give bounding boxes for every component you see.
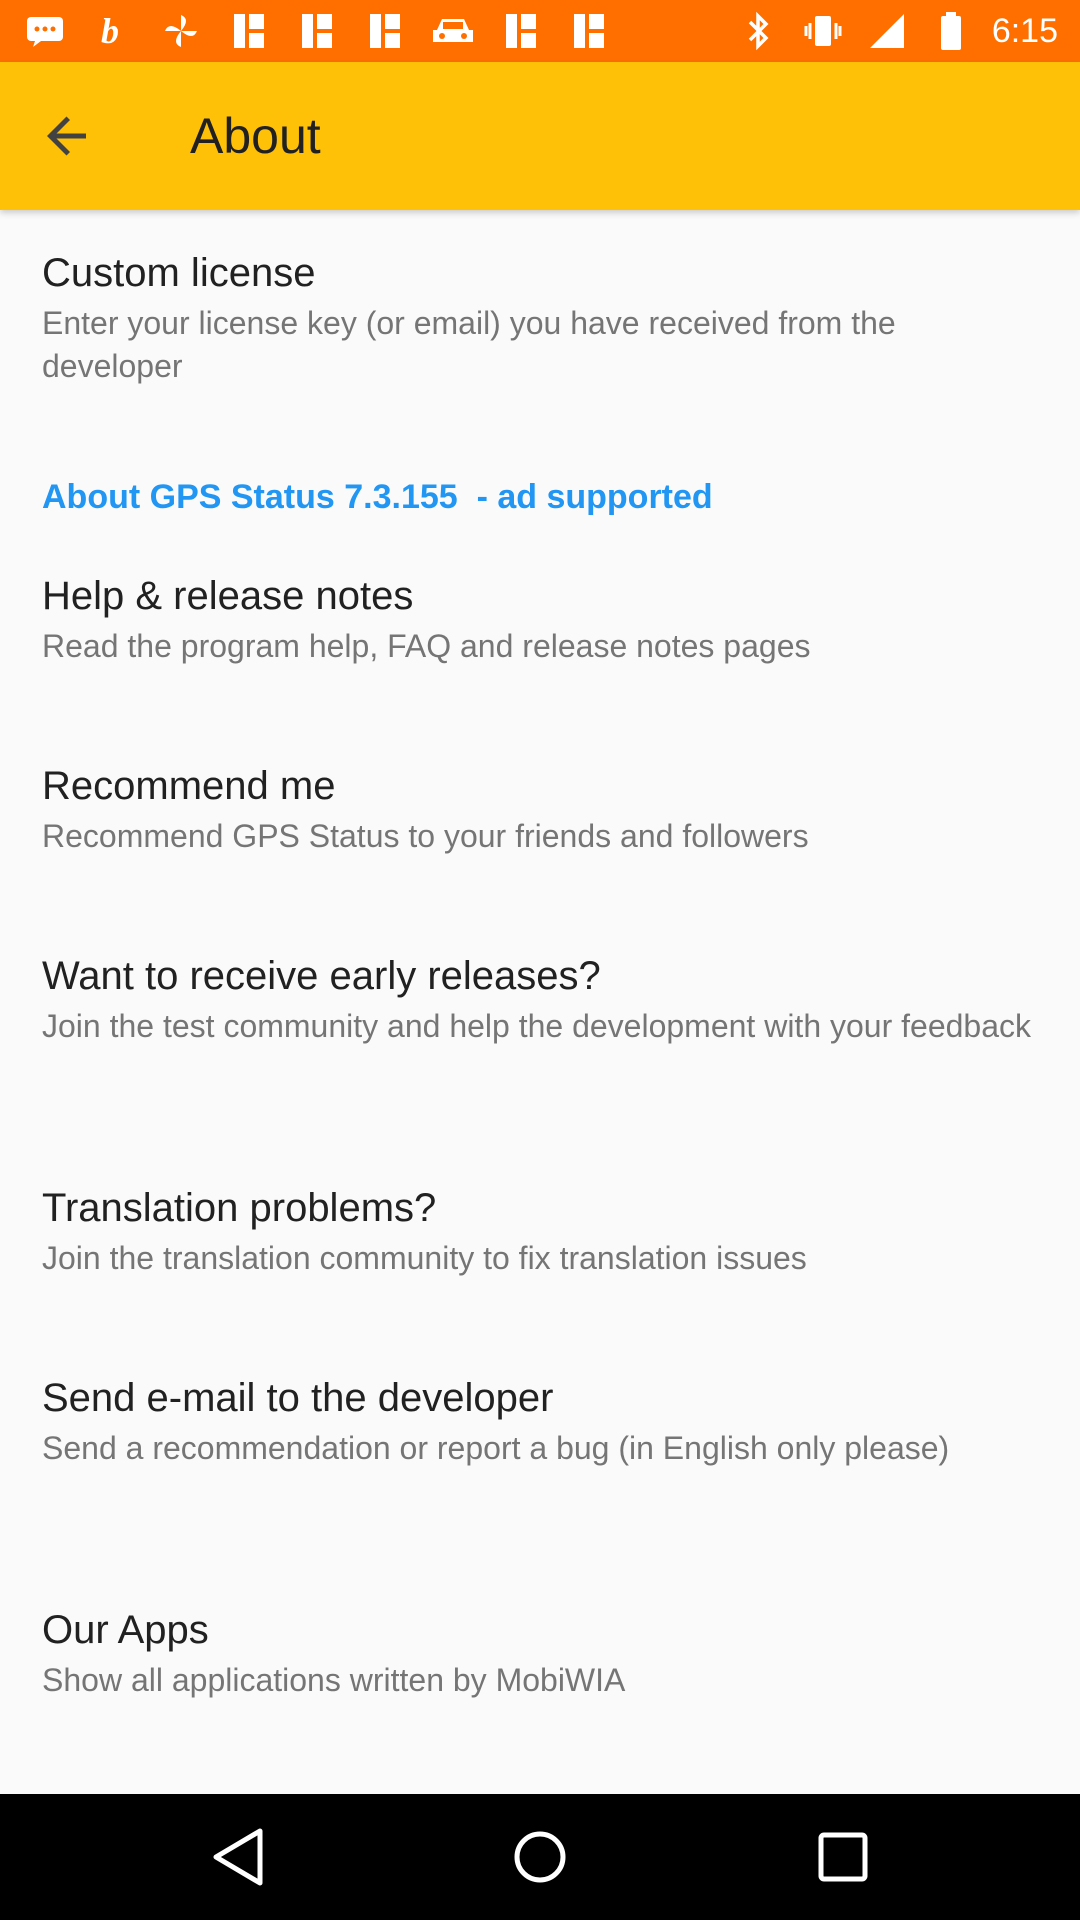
pref-summary: Read the program help, FAQ and release n…	[42, 628, 811, 664]
vibrate-icon	[800, 8, 846, 54]
nav-recents-icon	[818, 1832, 868, 1882]
section-header-about: About GPS Status 7.3.155 - ad supported	[42, 478, 713, 516]
pref-title: Want to receive early releases?	[42, 954, 601, 998]
pref-title: Translation problems?	[42, 1186, 437, 1230]
fb-icon	[498, 8, 544, 54]
pref-summary: Recommend GPS Status to your friends and…	[42, 818, 809, 854]
nav-recents-button[interactable]	[804, 1818, 882, 1896]
arrow-back-icon	[47, 116, 86, 156]
nav-back-button[interactable]	[198, 1818, 276, 1896]
fb-icon	[566, 8, 612, 54]
pref-title: Send e-mail to the developer	[42, 1376, 554, 1420]
app-bar: About	[0, 62, 1080, 210]
svg-text:b: b	[101, 11, 119, 51]
pref-summary: Join the translation community to fix tr…	[42, 1240, 807, 1276]
pref-recommend-me[interactable]: Recommend me Recommend GPS Status to you…	[42, 761, 1042, 858]
b-app-icon: b	[90, 8, 136, 54]
nav-home-button[interactable]	[501, 1818, 579, 1896]
page-title: About	[190, 108, 321, 164]
pref-title: Help & release notes	[42, 574, 414, 618]
clock: 6:15	[991, 11, 1058, 50]
notification-icons: b	[22, 8, 612, 54]
fb-icon	[362, 8, 408, 54]
status-bar: b 6:15	[0, 0, 1080, 62]
pref-early-releases[interactable]: Want to receive early releases? Join the…	[42, 951, 1042, 1048]
signal-icon	[864, 8, 910, 54]
fb-icon	[294, 8, 340, 54]
nav-home-icon	[514, 1831, 566, 1883]
battery-icon	[928, 8, 974, 54]
navigation-bar	[0, 1794, 1080, 1920]
pref-title: Our Apps	[42, 1608, 209, 1652]
pref-summary: Enter your license key (or email) you ha…	[42, 305, 896, 384]
pref-title: Recommend me	[42, 764, 336, 808]
back-button[interactable]	[32, 100, 104, 172]
pref-title: Custom license	[42, 251, 316, 295]
pref-help-release-notes[interactable]: Help & release notes Read the program he…	[42, 571, 1042, 668]
nav-back-icon	[213, 1828, 263, 1886]
pref-send-email[interactable]: Send e-mail to the developer Send a reco…	[42, 1373, 1042, 1470]
car-icon	[430, 8, 476, 54]
fb-icon	[226, 8, 272, 54]
pref-translation-problems[interactable]: Translation problems? Join the translati…	[42, 1183, 1042, 1280]
pref-summary: Send a recommendation or report a bug (i…	[42, 1430, 950, 1466]
pref-summary: Show all applications written by MobiWIA	[42, 1662, 626, 1698]
pref-custom-license[interactable]: Custom license Enter your license key (o…	[42, 248, 1042, 388]
pref-our-apps[interactable]: Our Apps Show all applications written b…	[42, 1605, 1042, 1702]
bluetooth-icon	[736, 8, 782, 54]
system-status: 6:15	[736, 8, 1058, 54]
pref-summary: Join the test community and help the dev…	[42, 1008, 1032, 1044]
pinwheel-icon	[158, 8, 204, 54]
message-icon	[22, 8, 68, 54]
